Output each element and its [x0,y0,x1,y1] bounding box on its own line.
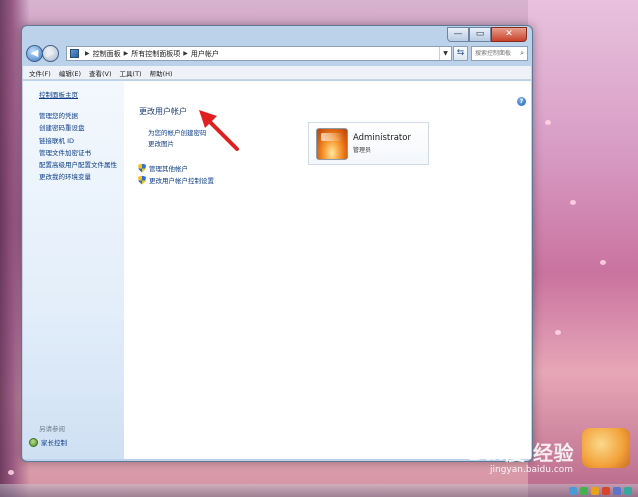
parental-controls-link[interactable]: 家长控制 [29,437,67,447]
manage-other-accounts-label: 管理其他帐户 [149,165,188,173]
menu-help[interactable]: 帮助(H) [150,68,173,78]
account-card: Administrator 管理员 [308,122,429,165]
chevron-right-icon: ▶ [183,50,188,57]
close-button[interactable]: ✕ [491,27,527,42]
link-online-id-link[interactable]: 链接联机 ID [39,135,117,147]
menu-edit[interactable]: 编辑(E) [59,68,81,78]
account-name: Administrator [353,133,411,143]
system-tray [566,487,632,495]
game-logo-icon [582,428,630,468]
uac-settings-link[interactable]: 更改用户帐户控制设置 [138,175,214,185]
wallpaper-right [528,0,638,497]
task-pane: 控制面板主页 管理您的凭据 创建密码重设盘 链接联机 ID 管理文件加密证书 配… [23,81,124,459]
menu-view[interactable]: 查看(V) [89,68,112,78]
content-area: 控制面板主页 管理您的凭据 创建密码重设盘 链接联机 ID 管理文件加密证书 配… [23,81,531,459]
page-title: 更改用户帐户 [139,107,187,116]
baidu-url: jingyan.baidu.com [490,465,574,475]
tray-icon[interactable] [591,487,599,495]
parental-control-icon [29,437,38,447]
encryption-certificates-link[interactable]: 管理文件加密证书 [39,147,117,159]
parental-controls-label: 家长控制 [41,439,67,447]
create-reset-disk-link[interactable]: 创建密码重设盘 [39,122,117,134]
petal-icon [8,470,14,475]
uac-shield-icon [138,163,146,173]
manage-other-accounts-link[interactable]: 管理其他帐户 [138,163,188,173]
breadcrumb-control-panel[interactable]: 控制面板 [93,49,121,59]
back-button[interactable]: ◀ [26,45,43,62]
tray-icon[interactable] [613,487,621,495]
chevron-right-icon: ▶ [85,50,90,57]
chevron-right-icon: ▶ [123,50,129,57]
refresh-button[interactable]: ⇆ [453,46,468,61]
account-role: 管理员 [353,147,372,154]
minimize-button[interactable]: — [447,27,469,42]
environment-variables-link[interactable]: 更改我的环境变量 [39,171,117,183]
control-panel-window: — ▭ ✕ ◀ ▶ ▶ 控制面板 ▶ 所有控制面板项 ▶ 用户帐户 ▼ ⇆ ⌕ … [21,25,533,462]
navigation-bar: ◀ ▶ ▶ 控制面板 ▶ 所有控制面板项 ▶ 用户帐户 ▼ ⇆ ⌕ [25,43,529,65]
petal-icon [570,200,576,205]
breadcrumb-all-items[interactable]: 所有控制面板项 [131,49,180,59]
search-box[interactable]: ⌕ [471,46,528,61]
forward-button[interactable]: ▶ [42,45,59,62]
tray-icon[interactable] [580,487,588,495]
advanced-profile-properties-link[interactable]: 配置高级用户配置文件属性 [39,159,117,171]
maximize-button[interactable]: ▭ [469,27,491,42]
uac-shield-icon [138,175,146,185]
tray-icon[interactable] [602,487,610,495]
help-icon[interactable]: ? [517,97,526,106]
control-panel-home-link[interactable]: 控制面板主页 [39,89,78,99]
address-bar[interactable]: ▶ 控制面板 ▶ 所有控制面板项 ▶ 用户帐户 ▼ [66,46,452,61]
avatar[interactable] [316,128,348,160]
task-links: 管理您的凭据 创建密码重设盘 链接联机 ID 管理文件加密证书 配置高级用户配置… [39,110,117,184]
menu-file[interactable]: 文件(F) [29,68,51,78]
taskbar [0,484,638,497]
manage-credentials-link[interactable]: 管理您的凭据 [39,110,117,122]
uac-settings-label: 更改用户帐户控制设置 [149,177,214,185]
tray-icon[interactable] [624,487,632,495]
tray-icon[interactable] [569,487,577,495]
refresh-icon: ⇆ [456,48,465,58]
petal-icon [555,330,561,335]
create-password-link[interactable]: 为您的帐户创建密码 [148,127,207,137]
breadcrumb-user-accounts[interactable]: 用户帐户 [191,49,219,59]
search-icon[interactable]: ⌕ [520,49,524,58]
change-picture-link[interactable]: 更改图片 [148,138,174,148]
control-panel-icon [70,49,79,58]
menu-bar: 文件(F) 编辑(E) 查看(V) 工具(T) 帮助(H) [23,66,531,80]
chevron-down-icon[interactable]: ▼ [439,47,451,60]
baidu-watermark: Bai度 经验 [468,441,575,465]
title-buttons: — ▭ ✕ [447,27,527,42]
petal-icon [600,260,606,265]
search-input[interactable] [475,50,515,57]
petal-icon [545,120,551,125]
menu-tools[interactable]: 工具(T) [120,68,142,78]
see-also-title: 另请参阅 [39,425,65,433]
